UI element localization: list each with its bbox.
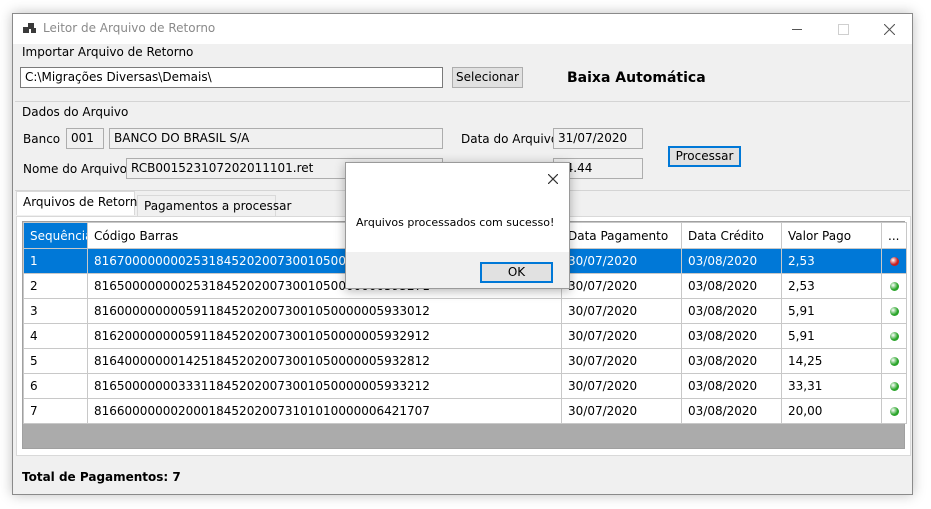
ok-button[interactable]: OK xyxy=(480,262,553,283)
cell-status[interactable] xyxy=(881,298,907,324)
cell-amount[interactable]: 5,91 xyxy=(781,323,882,349)
cell-amount[interactable]: 14,25 xyxy=(781,348,882,374)
column-header-data-credito[interactable]: Data Crédito xyxy=(681,222,782,249)
select-button[interactable]: Selecionar xyxy=(452,67,523,88)
cell-sequence[interactable]: 2 xyxy=(23,273,88,299)
cell-amount[interactable]: 20,00 xyxy=(781,398,882,424)
bank-code-field: 001 xyxy=(66,128,104,149)
cell-status[interactable] xyxy=(881,248,907,274)
cell-amount[interactable]: 5,91 xyxy=(781,298,882,324)
cell-amount[interactable]: 2,53 xyxy=(781,273,882,299)
cell-status[interactable] xyxy=(881,348,907,374)
cell-payment-date[interactable]: 30/07/2020 xyxy=(561,298,682,324)
status-ok-icon xyxy=(889,407,899,416)
status-ok-icon xyxy=(889,382,899,391)
tab-pagamentos-a-processar[interactable]: Pagamentos a processar xyxy=(137,195,291,217)
cell-sequence[interactable]: 7 xyxy=(23,398,88,424)
maximize-icon xyxy=(837,23,849,35)
cell-status[interactable] xyxy=(881,373,907,399)
cell-credit-date[interactable]: 03/08/2020 xyxy=(681,298,782,324)
cell-amount[interactable]: 2,53 xyxy=(781,248,882,274)
column-header-sequencia[interactable]: Sequência xyxy=(23,222,88,249)
status-error-icon xyxy=(889,257,899,266)
status-ok-icon xyxy=(889,332,899,341)
dialog-message: Arquivos processados com sucesso! xyxy=(356,216,555,229)
cell-sequence[interactable]: 4 xyxy=(23,323,88,349)
cell-sequence[interactable]: 1 xyxy=(23,248,88,274)
cell-payment-date[interactable]: 30/07/2020 xyxy=(561,248,682,274)
close-icon xyxy=(548,174,558,184)
cell-barcode[interactable]: 8165000000033311845202007300105000000593… xyxy=(87,373,562,399)
bank-name-field: BANCO DO BRASIL S/A xyxy=(109,128,443,149)
cell-payment-date[interactable]: 30/07/2020 xyxy=(561,373,682,399)
file-date-label: Data do Arquivo xyxy=(461,132,559,146)
table-row[interactable]: 5 816400000001425184520200730010500000059… xyxy=(23,348,907,374)
cell-credit-date[interactable]: 03/08/2020 xyxy=(681,273,782,299)
cell-status[interactable] xyxy=(881,398,907,424)
file-path-input[interactable]: C:\Migrações Diversas\Demais\ xyxy=(20,67,443,88)
import-group-label: Importar Arquivo de Retorno xyxy=(22,45,194,59)
cell-credit-date[interactable]: 03/08/2020 xyxy=(681,248,782,274)
file-date-field: 31/07/2020 xyxy=(553,128,643,149)
cell-payment-date[interactable]: 30/07/2020 xyxy=(561,273,682,299)
app-icon xyxy=(23,23,36,33)
table-row[interactable]: 6 816500000003331184520200730010500000059… xyxy=(23,373,907,399)
cell-barcode[interactable]: 8166000000020001845202007310101000000642… xyxy=(87,398,562,424)
file-name-label: Nome do Arquivo xyxy=(23,162,127,176)
cell-credit-date[interactable]: 03/08/2020 xyxy=(681,323,782,349)
table-row[interactable]: 3 816000000000591184520200730010500000059… xyxy=(23,298,907,324)
maximize-button[interactable] xyxy=(820,14,866,44)
file-data-group-label: Dados do Arquivo xyxy=(22,105,129,119)
process-button[interactable]: Processar xyxy=(668,146,741,167)
dialog-close-button[interactable] xyxy=(542,168,564,190)
cell-barcode[interactable]: 8160000000005911845202007300105000000593… xyxy=(87,298,562,324)
cell-sequence[interactable]: 3 xyxy=(23,298,88,324)
minimize-button[interactable] xyxy=(774,14,820,44)
column-header-valor-pago[interactable]: Valor Pago xyxy=(781,222,882,249)
column-header-status[interactable]: ... xyxy=(881,222,907,249)
close-button[interactable] xyxy=(866,14,912,44)
cell-credit-date[interactable]: 03/08/2020 xyxy=(681,373,782,399)
status-ok-icon xyxy=(889,307,899,316)
dialog-footer: OK xyxy=(346,252,569,288)
cell-amount[interactable]: 33,31 xyxy=(781,373,882,399)
total-payments-label: Total de Pagamentos: 7 xyxy=(22,470,181,484)
bank-label: Banco xyxy=(23,132,61,146)
cell-credit-date[interactable]: 03/08/2020 xyxy=(681,348,782,374)
status-ok-icon xyxy=(889,282,899,291)
table-row[interactable]: 4 816200000000591184520200730010500000059… xyxy=(23,323,907,349)
column-header-data-pagamento[interactable]: Data Pagamento xyxy=(561,222,682,249)
cell-status[interactable] xyxy=(881,323,907,349)
cell-sequence[interactable]: 5 xyxy=(23,348,88,374)
close-icon xyxy=(883,23,895,35)
cell-payment-date[interactable]: 30/07/2020 xyxy=(561,323,682,349)
window-title: Leitor de Arquivo de Retorno xyxy=(43,21,216,35)
table-row[interactable]: 7 816600000002000184520200731010100000064… xyxy=(23,398,907,424)
cell-payment-date[interactable]: 30/07/2020 xyxy=(561,348,682,374)
separator xyxy=(15,101,910,102)
minimize-icon xyxy=(792,28,802,30)
cell-sequence[interactable]: 6 xyxy=(23,373,88,399)
message-dialog: Arquivos processados com sucesso! OK xyxy=(345,162,570,289)
cell-barcode[interactable]: 8164000000014251845202007300105000000593… xyxy=(87,348,562,374)
title-bar[interactable]: Leitor de Arquivo de Retorno xyxy=(13,14,912,44)
tab-arquivos-de-retorno[interactable]: Arquivos de Retorno xyxy=(16,191,145,215)
auto-settlement-heading: Baixa Automática xyxy=(567,70,706,86)
cell-barcode[interactable]: 8162000000005911845202007300105000000593… xyxy=(87,323,562,349)
status-ok-icon xyxy=(889,357,899,366)
cell-credit-date[interactable]: 03/08/2020 xyxy=(681,398,782,424)
cell-payment-date[interactable]: 30/07/2020 xyxy=(561,398,682,424)
cell-status[interactable] xyxy=(881,273,907,299)
